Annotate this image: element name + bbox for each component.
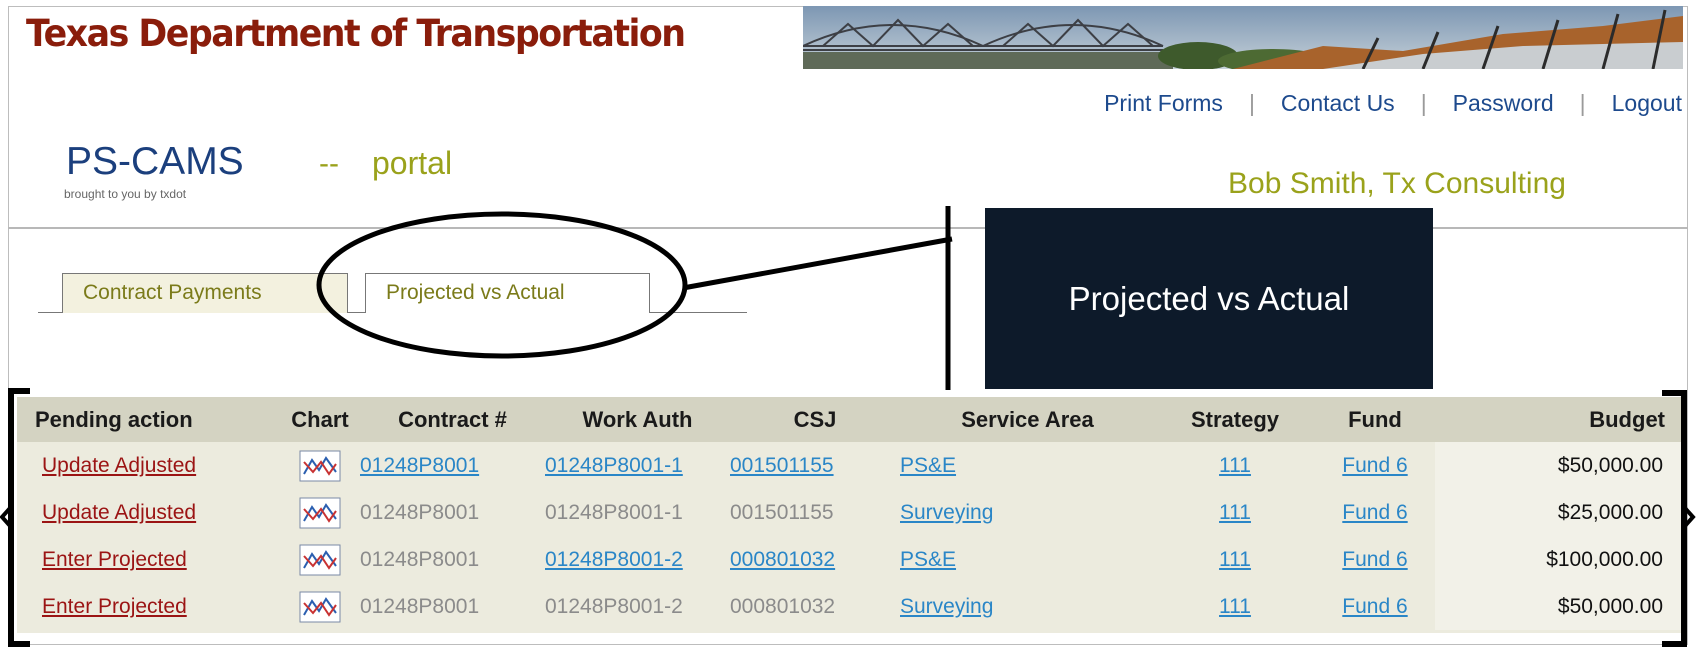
col-header-pending-action: Pending action xyxy=(35,406,193,432)
pending-action-link[interactable]: Update Adjusted xyxy=(42,501,196,524)
budget-value: $50,000.00 xyxy=(1435,442,1681,489)
projects-table: Pending action Chart Contract # Work Aut… xyxy=(17,397,1681,633)
pending-action-link[interactable]: Enter Projected xyxy=(42,595,187,618)
strategy-link[interactable]: 111 xyxy=(1219,501,1251,524)
fund-link[interactable]: Fund 6 xyxy=(1342,548,1407,571)
top-nav-links: Print Forms | Contact Us | Password | Logout xyxy=(1104,90,1682,117)
app-name-dash: -- xyxy=(319,147,339,180)
tab-contract-payments[interactable]: Contract Payments xyxy=(62,273,348,313)
line-chart-icon[interactable] xyxy=(299,450,341,482)
col-header-csj: CSJ xyxy=(793,406,837,432)
nav-separator: | xyxy=(1248,90,1255,116)
callout-box: Projected vs Actual xyxy=(985,208,1433,389)
table-row: Update Adjusted 01248P8001 01248P8001-1 … xyxy=(17,442,1681,489)
work-auth-link[interactable]: 01248P8001-2 xyxy=(545,548,683,571)
line-chart-icon[interactable] xyxy=(299,544,341,576)
service-area-link[interactable]: Surveying xyxy=(900,595,993,618)
nav-separator: | xyxy=(1579,90,1586,116)
fund-link[interactable]: Fund 6 xyxy=(1342,595,1407,618)
table-row: Enter Projected 01248P8001 01248P8001-2 … xyxy=(17,583,1681,630)
app-subtitle: brought to you by txdot xyxy=(64,187,187,201)
agency-title: Texas Department of Transportation xyxy=(26,12,686,55)
nav-separator: | xyxy=(1420,90,1427,116)
col-header-budget: Budget xyxy=(1589,406,1665,432)
work-auth: 01248P8001-1 xyxy=(545,500,683,524)
contract-number: 01248P8001 xyxy=(360,594,480,618)
csj-link[interactable]: 001501155 xyxy=(730,454,834,477)
csj: 000801032 xyxy=(730,594,836,618)
contract-number-link[interactable]: 01248P8001 xyxy=(360,454,479,477)
budget-value: $100,000.00 xyxy=(1435,536,1681,583)
callout-label: Projected vs Actual xyxy=(1068,279,1350,317)
password-link[interactable]: Password xyxy=(1453,90,1554,116)
work-auth-link[interactable]: 01248P8001-1 xyxy=(545,454,683,477)
contract-number: 01248P8001 xyxy=(360,500,480,524)
budget-value: $25,000.00 xyxy=(1435,489,1681,536)
print-forms-link[interactable]: Print Forms xyxy=(1104,90,1223,116)
table-row: Enter Projected 01248P8001 01248P8001-2 … xyxy=(17,536,1681,583)
header-divider xyxy=(8,227,1688,229)
table-header-row: Pending action Chart Contract # Work Aut… xyxy=(17,397,1681,442)
service-area-link[interactable]: PS&E xyxy=(900,548,956,571)
service-area-link[interactable]: Surveying xyxy=(900,501,993,524)
col-header-chart: Chart xyxy=(291,406,349,432)
work-auth: 01248P8001-2 xyxy=(545,594,683,618)
app-portal-label: portal xyxy=(372,145,453,181)
col-header-work-auth: Work Auth xyxy=(582,406,693,432)
csj-link[interactable]: 000801032 xyxy=(730,548,835,571)
contract-number: 01248P8001 xyxy=(360,547,480,571)
budget-value: $50,000.00 xyxy=(1435,583,1681,630)
fund-link[interactable]: Fund 6 xyxy=(1342,501,1407,524)
col-header-contract: Contract # xyxy=(398,406,507,432)
col-header-service-area: Service Area xyxy=(961,406,1094,432)
col-header-strategy: Strategy xyxy=(1190,406,1280,432)
app-name: PS-CAMS xyxy=(66,140,244,183)
csj: 001501155 xyxy=(730,500,834,524)
table-row: Update Adjusted 01248P8001 01248P8001-1 … xyxy=(17,489,1681,536)
strategy-link[interactable]: 111 xyxy=(1219,548,1251,571)
bridge-banner-image xyxy=(803,6,1683,69)
current-user: Bob Smith, Tx Consulting xyxy=(1228,167,1566,200)
pending-action-link[interactable]: Update Adjusted xyxy=(42,454,196,477)
tab-projected-vs-actual[interactable]: Projected vs Actual xyxy=(365,273,650,313)
fund-link[interactable]: Fund 6 xyxy=(1342,454,1407,477)
strategy-link[interactable]: 111 xyxy=(1219,454,1251,477)
line-chart-icon[interactable] xyxy=(299,591,341,623)
pending-action-link[interactable]: Enter Projected xyxy=(42,548,187,571)
strategy-link[interactable]: 111 xyxy=(1219,595,1251,618)
col-header-fund: Fund xyxy=(1348,406,1402,432)
service-area-link[interactable]: PS&E xyxy=(900,454,956,477)
line-chart-icon[interactable] xyxy=(299,497,341,529)
logout-link[interactable]: Logout xyxy=(1612,90,1682,116)
contact-us-link[interactable]: Contact Us xyxy=(1281,90,1395,116)
